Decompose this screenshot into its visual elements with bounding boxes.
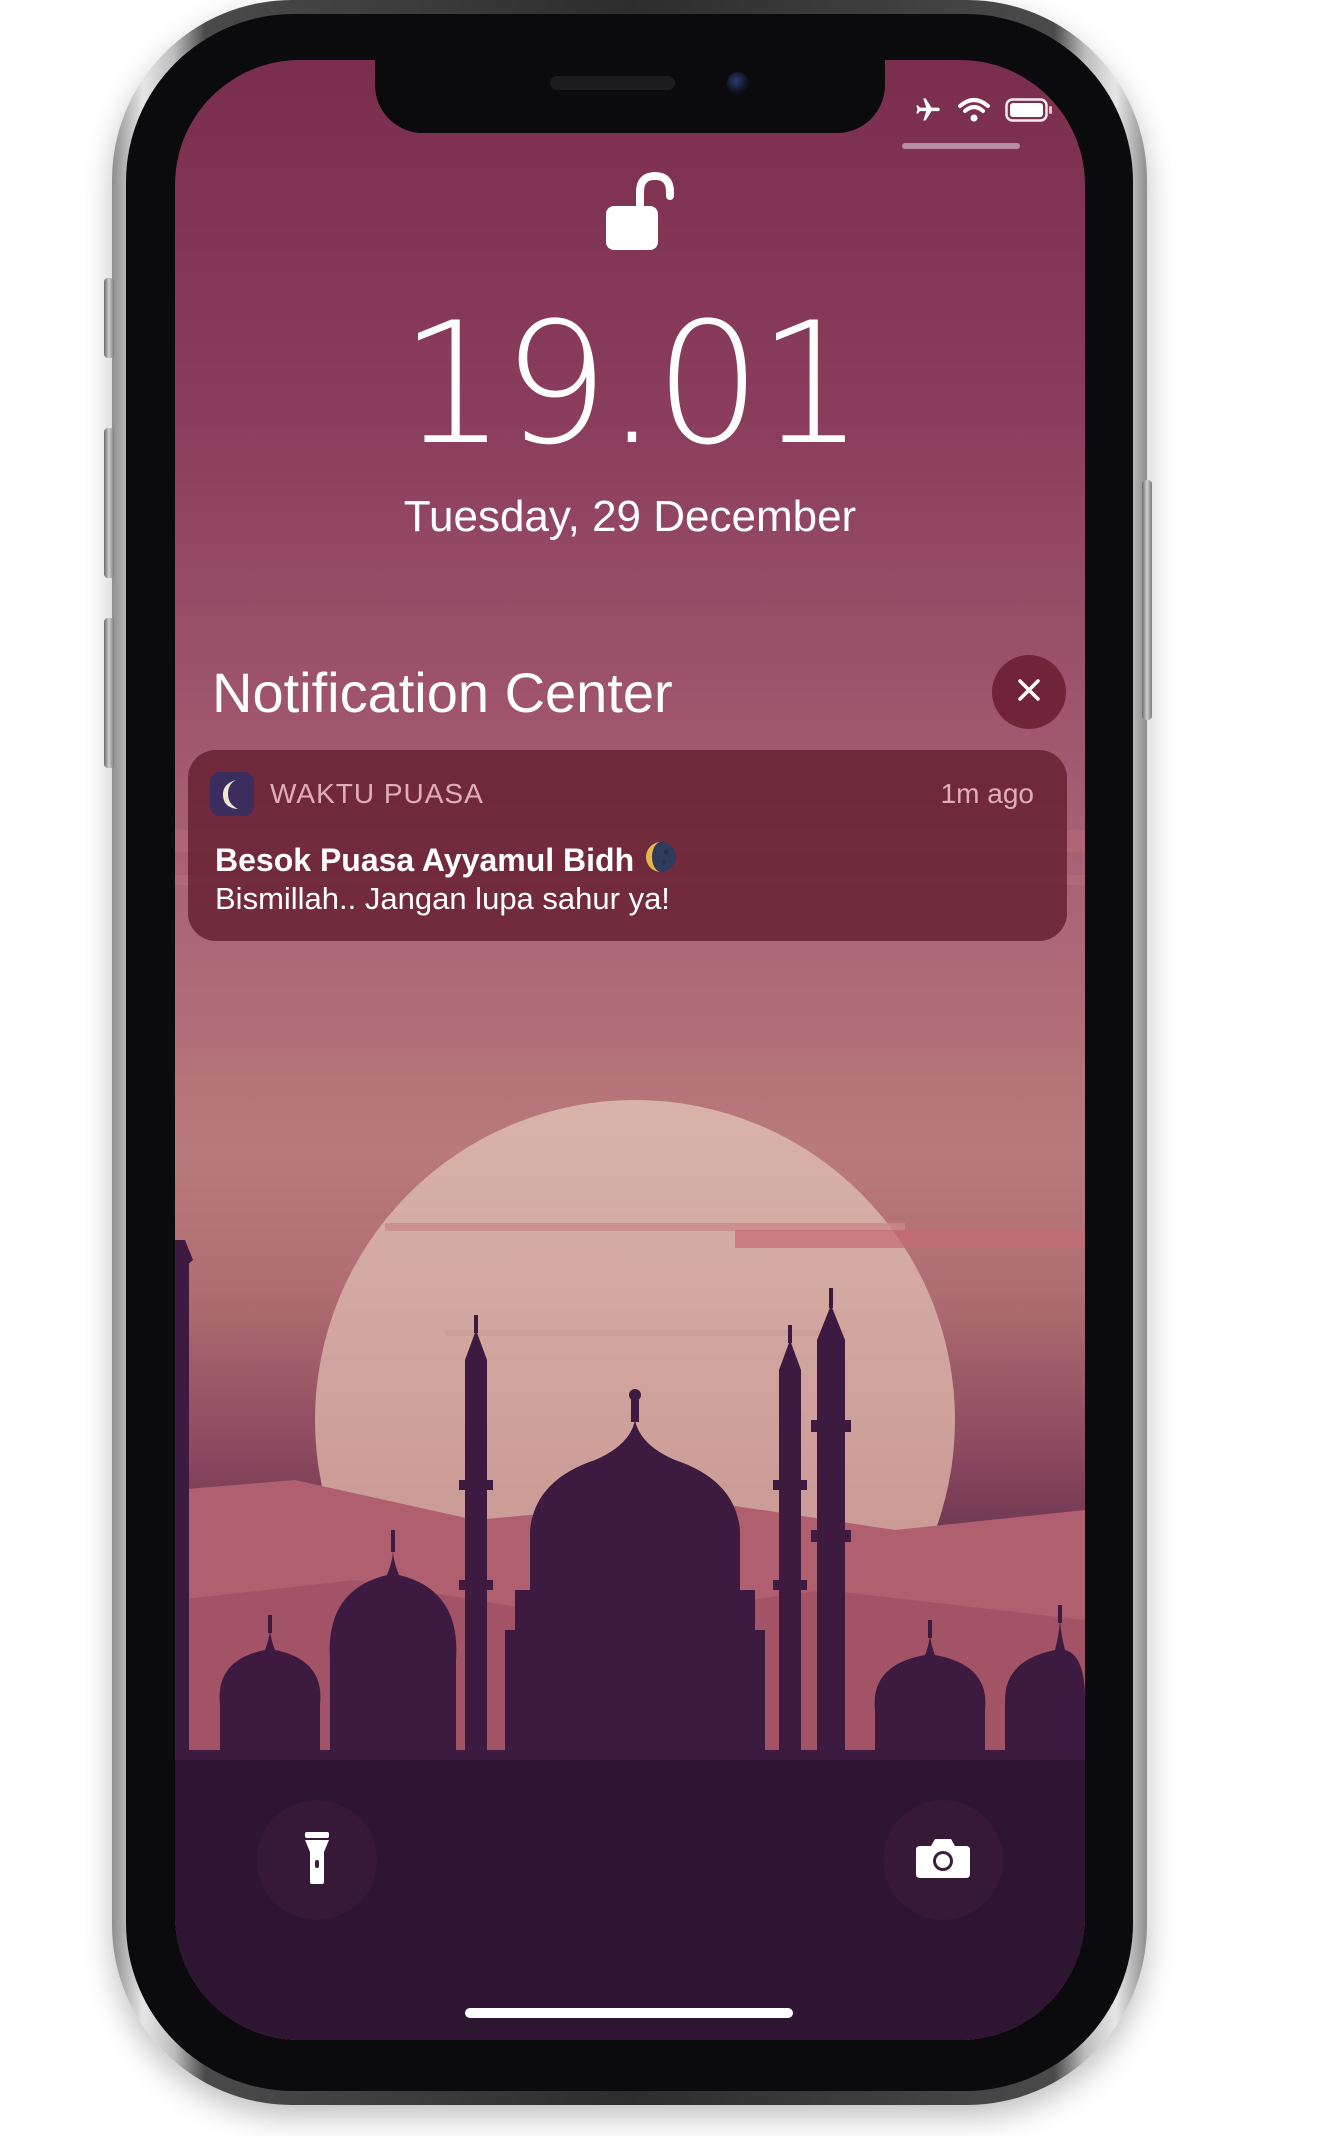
wifi-icon xyxy=(957,96,991,129)
lock-screen-time: 19.01 xyxy=(399,286,865,482)
lock-screen: 19.01 Tuesday, 29 December Notification … xyxy=(175,60,1085,2040)
notification-center-title: Notification Center xyxy=(212,661,673,724)
unlocked-padlock-icon xyxy=(600,170,690,260)
status-bar xyxy=(913,96,1053,129)
notification-timestamp: 1m ago xyxy=(940,778,1034,809)
control-center-indicator[interactable] xyxy=(902,143,1020,149)
front-camera xyxy=(727,72,749,94)
close-icon xyxy=(1015,676,1043,709)
airplane-icon xyxy=(913,96,943,129)
earpiece-speaker xyxy=(550,76,675,90)
lock-screen-date: Tuesday, 29 December xyxy=(403,492,857,541)
notification-app-name: WAKTU PUASA xyxy=(270,778,484,809)
silent-switch xyxy=(104,278,114,358)
battery-icon xyxy=(1005,97,1053,128)
full-moon-emoji-icon xyxy=(644,840,678,879)
volume-down-button xyxy=(104,618,114,768)
camera-icon xyxy=(914,1836,972,1885)
crescent-moon-icon xyxy=(210,772,254,816)
notification-title-row: Besok Puasa Ayyamul Bidh xyxy=(215,840,678,879)
camera-button[interactable] xyxy=(883,1800,1003,1920)
clear-notifications-button[interactable] xyxy=(992,655,1066,729)
flashlight-button[interactable] xyxy=(257,1800,377,1920)
notification-body: Bismillah.. Jangan lupa sahur ya! xyxy=(215,881,670,916)
notification-title: Besok Puasa Ayyamul Bidh xyxy=(215,841,635,878)
power-button xyxy=(1142,480,1152,720)
volume-up-button xyxy=(104,428,114,578)
notification-card[interactable]: WAKTU PUASA 1m ago Besok Puasa Ayyamul B… xyxy=(188,750,1067,941)
notch xyxy=(375,60,885,133)
home-indicator[interactable] xyxy=(465,2008,793,2018)
flashlight-icon xyxy=(302,1830,332,1891)
